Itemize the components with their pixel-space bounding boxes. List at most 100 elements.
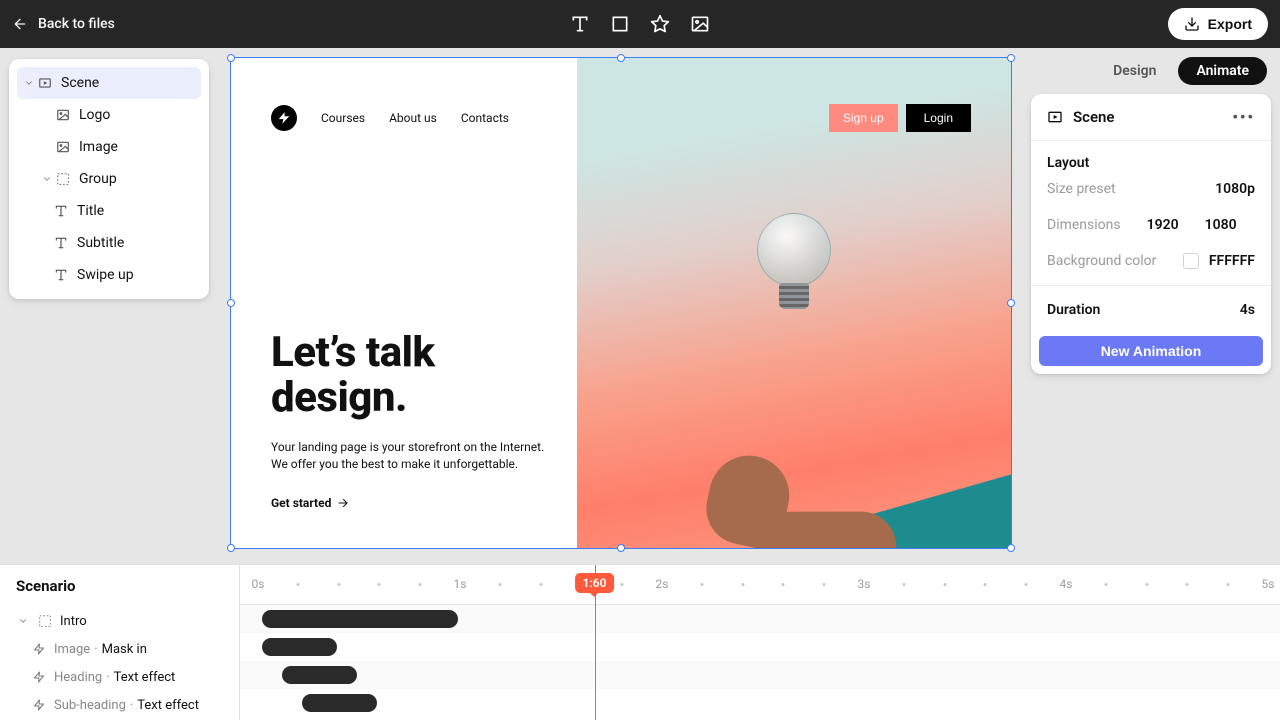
scenario-row-intro[interactable]: Intro — [16, 607, 227, 635]
layer-label: Title — [77, 203, 104, 219]
scene-icon — [1047, 109, 1063, 125]
layers-panel: SceneLogoImage Group Title SubtitleSwipe up — [9, 59, 209, 299]
text-tool-icon[interactable] — [570, 14, 590, 34]
top-toolbar — [570, 0, 710, 48]
image-icon — [55, 139, 71, 155]
background-color-value: FFFFFF — [1209, 253, 1255, 269]
dimension-height: 1080 — [1179, 217, 1237, 233]
nav-link-contacts[interactable]: Contacts — [461, 111, 509, 125]
layer-label: Group — [79, 171, 117, 187]
duration-label: Duration — [1047, 302, 1100, 318]
timeline[interactable]: 0s1s2s3s4s5s 1:60 — [240, 565, 1280, 720]
size-preset-label: Size preset — [1047, 181, 1116, 197]
background-color-row[interactable]: Background color FFFFFF — [1031, 243, 1271, 279]
timeline-clip[interactable] — [262, 638, 337, 656]
timeline-clip[interactable] — [262, 610, 458, 628]
dimensions-row[interactable]: Dimensions 1920 1080 — [1031, 207, 1271, 243]
download-icon — [1184, 16, 1200, 32]
scenario-heading: Scenario — [16, 577, 227, 595]
group-icon — [38, 614, 52, 628]
text-icon — [53, 203, 69, 219]
ruler-tick — [822, 583, 825, 586]
lightbulb-icon — [757, 213, 831, 323]
ruler-tick — [701, 583, 704, 586]
size-preset-value: 1080p — [1215, 181, 1255, 197]
layer-row-image[interactable]: Image — [17, 131, 201, 163]
panel-tabs: Design Animate — [1031, 56, 1271, 86]
properties-panel: Scene ••• Layout Size preset 1080p Dimen… — [1031, 94, 1271, 374]
playhead[interactable]: 1:60 — [575, 573, 615, 593]
export-button[interactable]: Export — [1168, 8, 1268, 40]
login-button[interactable]: Login — [906, 104, 971, 132]
ruler-tick — [1145, 583, 1148, 586]
layout-heading: Layout — [1031, 141, 1271, 171]
dimensions-label: Dimensions — [1047, 217, 1121, 233]
ruler-tick — [903, 583, 906, 586]
text-icon — [53, 235, 69, 251]
scenario-row-subheading[interactable]: Sub-heading·Text effect — [16, 691, 227, 719]
ruler-tick — [499, 583, 502, 586]
layer-row-subtitle[interactable]: Subtitle — [17, 227, 201, 259]
new-animation-button[interactable]: New Animation — [1039, 336, 1263, 366]
group-icon — [55, 171, 71, 187]
get-started-label: Get started — [271, 496, 331, 510]
dimension-width: 1920 — [1121, 217, 1179, 233]
layer-row-scene[interactable]: Scene — [17, 67, 201, 99]
layer-row-title[interactable]: Title — [17, 195, 201, 227]
chevron-down-icon[interactable] — [16, 616, 30, 626]
timeline-ruler[interactable]: 0s1s2s3s4s5s — [240, 565, 1280, 605]
ruler-tick — [418, 583, 421, 586]
rectangle-tool-icon[interactable] — [610, 14, 630, 34]
background-color-label: Background color — [1047, 253, 1156, 269]
bolt-icon — [32, 698, 46, 712]
chevron-down-icon[interactable] — [39, 174, 55, 184]
layer-row-swipeup[interactable]: Swipe up — [17, 259, 201, 291]
bolt-icon — [32, 642, 46, 656]
more-icon[interactable]: ••• — [1232, 108, 1255, 126]
hero-group: Let’s talk design. Your landing page is … — [271, 330, 591, 510]
timeline-track[interactable] — [240, 605, 1280, 633]
scenario-track-label: Heading·Text effect — [54, 670, 175, 685]
scenario-row-image[interactable]: Image·Mask in — [16, 635, 227, 663]
get-started-link[interactable]: Get started — [271, 496, 591, 510]
timeline-clip[interactable] — [302, 694, 377, 712]
canvas-selection[interactable]: Courses About us Contacts Sign up Login … — [231, 58, 1011, 548]
timeline-track[interactable] — [240, 689, 1280, 717]
scenario-track-label: Sub-heading·Text effect — [54, 698, 199, 713]
timeline-track[interactable] — [240, 661, 1280, 689]
text-icon — [53, 267, 69, 283]
scenario-track-label: Image·Mask in — [54, 642, 147, 657]
ruler-label: 5s — [1262, 577, 1275, 591]
nav-link-courses[interactable]: Courses — [321, 111, 365, 125]
tab-animate[interactable]: Animate — [1178, 57, 1267, 85]
signup-button[interactable]: Sign up — [829, 104, 898, 132]
chevron-down-icon[interactable] — [21, 78, 37, 88]
color-swatch[interactable] — [1183, 253, 1199, 269]
hero-subtitle: Your landing page is your storefront on … — [271, 439, 591, 474]
ruler-tick — [782, 583, 785, 586]
scenario-row-heading[interactable]: Heading·Text effect — [16, 663, 227, 691]
scene-icon — [37, 75, 53, 91]
duration-value: 4s — [1240, 302, 1255, 318]
site-nav: Courses About us Contacts Sign up Login — [271, 104, 971, 132]
ruler-tick — [1024, 583, 1027, 586]
ruler-tick — [984, 583, 987, 586]
image-tool-icon[interactable] — [690, 14, 710, 34]
layer-row-logo[interactable]: Logo — [17, 99, 201, 131]
nav-link-about[interactable]: About us — [389, 111, 437, 125]
size-preset-row[interactable]: Size preset 1080p — [1031, 171, 1271, 207]
ruler-label: 0s — [252, 577, 265, 591]
scenario-panel: Scenario Intro Image·Mask in Heading·Text … — [0, 565, 240, 720]
duration-row[interactable]: Duration 4s — [1031, 292, 1271, 328]
export-label: Export — [1208, 16, 1252, 32]
back-to-files-button[interactable]: Back to files — [12, 16, 115, 32]
layer-row-group[interactable]: Group — [17, 163, 201, 195]
hero-title: Let’s talk design. — [271, 330, 591, 421]
arrow-left-icon — [12, 16, 28, 32]
timeline-clip[interactable] — [282, 666, 357, 684]
tab-design[interactable]: Design — [1095, 57, 1174, 85]
timeline-track[interactable] — [240, 633, 1280, 661]
ruler-label: 3s — [858, 577, 871, 591]
star-tool-icon[interactable] — [650, 14, 670, 34]
ruler-tick — [539, 583, 542, 586]
